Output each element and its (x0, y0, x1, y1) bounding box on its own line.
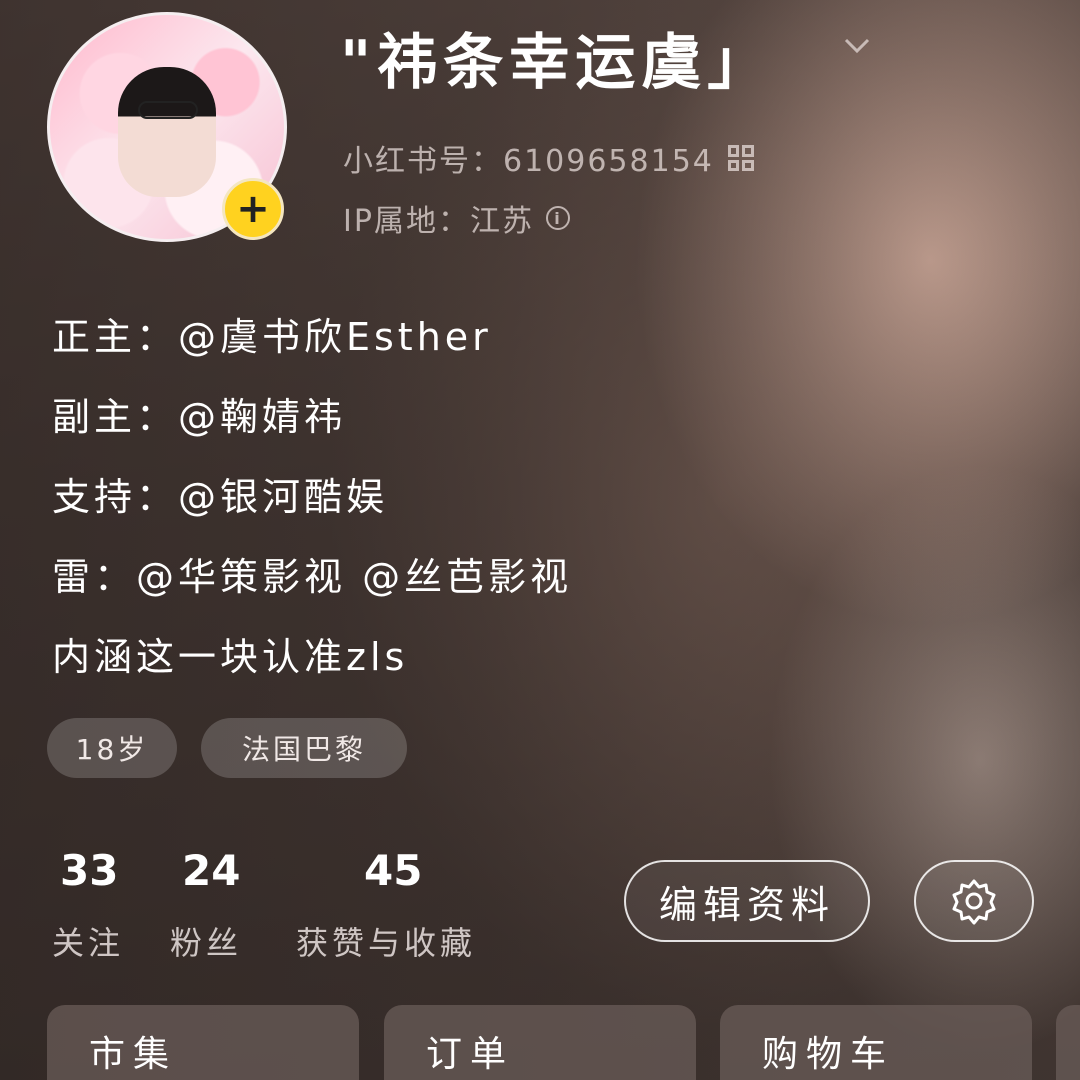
account-id: 小红书号：6109658154 (343, 144, 714, 179)
orders-card-label: 订单 (426, 1034, 515, 1075)
cart-card[interactable]: 购物车 (720, 1005, 1032, 1080)
chevron-down-icon[interactable] (842, 30, 872, 60)
followers-label[interactable]: 粉丝 (170, 918, 242, 964)
ip-location-row: IP属地：江苏 i (343, 196, 570, 240)
bio-line: 内涵这一块认准zls (52, 635, 409, 679)
cart-card-label: 购物车 (762, 1034, 895, 1075)
orders-card[interactable]: 订单 (384, 1005, 696, 1080)
account-id-row: 小红书号：6109658154 (343, 136, 754, 180)
avatar-photo (118, 67, 216, 197)
ip-location: IP属地：江苏 (343, 204, 534, 239)
followers-count[interactable]: 24 (182, 846, 240, 895)
gear-icon (952, 879, 996, 925)
info-icon[interactable]: i (545, 206, 570, 230)
bio-line: 支持：@银河酷娱 (52, 475, 389, 519)
qr-code-icon[interactable] (727, 145, 754, 171)
market-card[interactable]: 市集 (47, 1005, 359, 1080)
market-card-label: 市集 (89, 1034, 178, 1075)
bio-line: 副主：@鞠婧祎 (52, 395, 347, 439)
age-tag: 18岁 (47, 718, 177, 778)
add-avatar-button[interactable]: + (222, 178, 284, 240)
more-card[interactable] (1056, 1005, 1080, 1080)
likes-collections-label[interactable]: 获赞与收藏 (296, 918, 476, 964)
display-name: "祎条幸运虞」 (340, 28, 774, 98)
location-tag: 法国巴黎 (201, 718, 407, 778)
settings-button[interactable] (914, 860, 1034, 942)
following-label[interactable]: 关注 (52, 918, 124, 964)
bio-line: 正主：@虞书欣Esther (52, 315, 492, 359)
following-count[interactable]: 33 (60, 846, 118, 895)
bio: 正主：@虞书欣Esther 副主：@鞠婧祎 支持：@银河酷娱 雷：@华策影视 @… (52, 310, 572, 710)
likes-collections-count[interactable]: 45 (364, 846, 422, 895)
bio-line: 雷：@华策影视 @丝芭影视 (52, 555, 573, 599)
profile-screen: + "祎条幸运虞」 小红书号：6109658154 IP属地：江苏 i 正主：@… (0, 0, 1080, 1080)
plus-icon: + (236, 186, 270, 232)
avatar-glasses (138, 101, 198, 119)
edit-profile-button[interactable]: 编辑资料 (624, 860, 870, 942)
